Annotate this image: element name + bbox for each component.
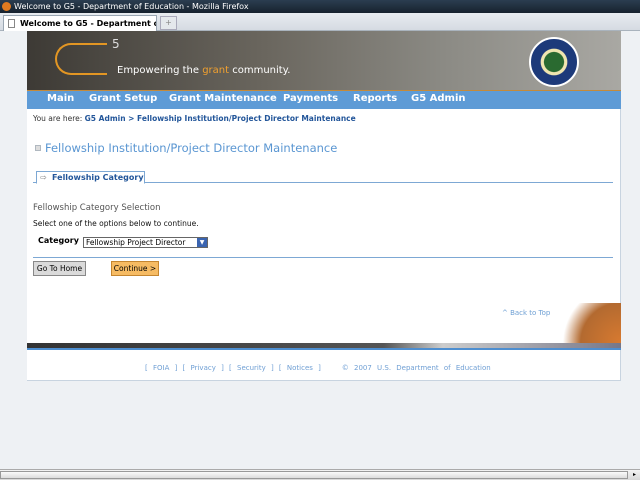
page-container: 5 Empowering the grant community. Main G… [27, 31, 621, 381]
footer-link-foia[interactable]: FOIA [153, 364, 169, 372]
tagline: Empowering the grant community. [117, 65, 291, 76]
copyright: © 2007 U.S. Department of Education [341, 364, 491, 372]
footer: [ FOIA ] [ Privacy ] [ Security ] [ Noti… [145, 364, 491, 372]
main-nav: Main Grant Setup Grant Maintenance Payme… [27, 90, 621, 109]
section-title: Fellowship Category Selection [33, 203, 161, 213]
window-title-bar: Welcome to G5 - Department of Education … [0, 0, 640, 13]
page-title: Fellowship Institution/Project Director … [35, 141, 337, 155]
category-label: Category [38, 236, 79, 245]
arrow-icon: ⇨ [40, 173, 47, 182]
chevron-down-icon[interactable]: ▼ [197, 238, 207, 247]
footer-link-privacy[interactable]: Privacy [191, 364, 216, 372]
tab-fellowship-category[interactable]: ⇨ Fellowship Category [36, 171, 145, 184]
window-title: Welcome to G5 - Department of Education … [14, 2, 249, 11]
breadcrumb: You are here: G5 Admin > Fellowship Inst… [33, 114, 356, 123]
scrollbar-thumb[interactable] [0, 471, 628, 479]
new-tab-button[interactable]: + [160, 16, 177, 30]
nav-grant-maintenance[interactable]: Grant Maintenance [169, 93, 277, 104]
footer-link-security[interactable]: Security [237, 364, 266, 372]
nav-grant-setup[interactable]: Grant Setup [89, 93, 157, 104]
back-to-top-link[interactable]: ^ Back to Top [502, 309, 550, 317]
nav-main[interactable]: Main [47, 93, 74, 104]
nav-g5-admin[interactable]: G5 Admin [411, 93, 466, 104]
tab-title: Welcome to G5 - Department of Edu... [20, 19, 156, 28]
g5-superscript: 5 [112, 37, 120, 51]
browser-tab-bar: Welcome to G5 - Department of Edu... + [0, 13, 640, 31]
collapse-icon[interactable] [35, 145, 41, 151]
scroll-right-icon[interactable]: ▸ [629, 470, 640, 480]
classroom-image [551, 303, 621, 343]
breadcrumb-link[interactable]: G5 Admin > Fellowship Institution/Projec… [85, 114, 356, 123]
page-icon [8, 19, 15, 28]
divider [33, 257, 613, 258]
instruction-text: Select one of the options below to conti… [33, 219, 199, 228]
banner: 5 Empowering the grant community. [27, 31, 621, 90]
nav-reports[interactable]: Reports [353, 93, 397, 104]
category-select[interactable]: Fellowship Project Director ▼ [83, 237, 208, 248]
footer-banner [27, 343, 621, 350]
firefox-icon [2, 2, 11, 11]
footer-link-notices[interactable]: Notices [287, 364, 313, 372]
department-seal-icon [529, 37, 579, 87]
g5-logo [55, 43, 107, 75]
browser-tab[interactable]: Welcome to G5 - Department of Edu... [3, 15, 157, 31]
horizontal-scrollbar[interactable]: ▸ [0, 469, 640, 480]
nav-payments[interactable]: Payments [283, 93, 338, 104]
go-to-home-button[interactable]: Go To Home [33, 261, 86, 276]
continue-button[interactable]: Continue > [111, 261, 159, 276]
